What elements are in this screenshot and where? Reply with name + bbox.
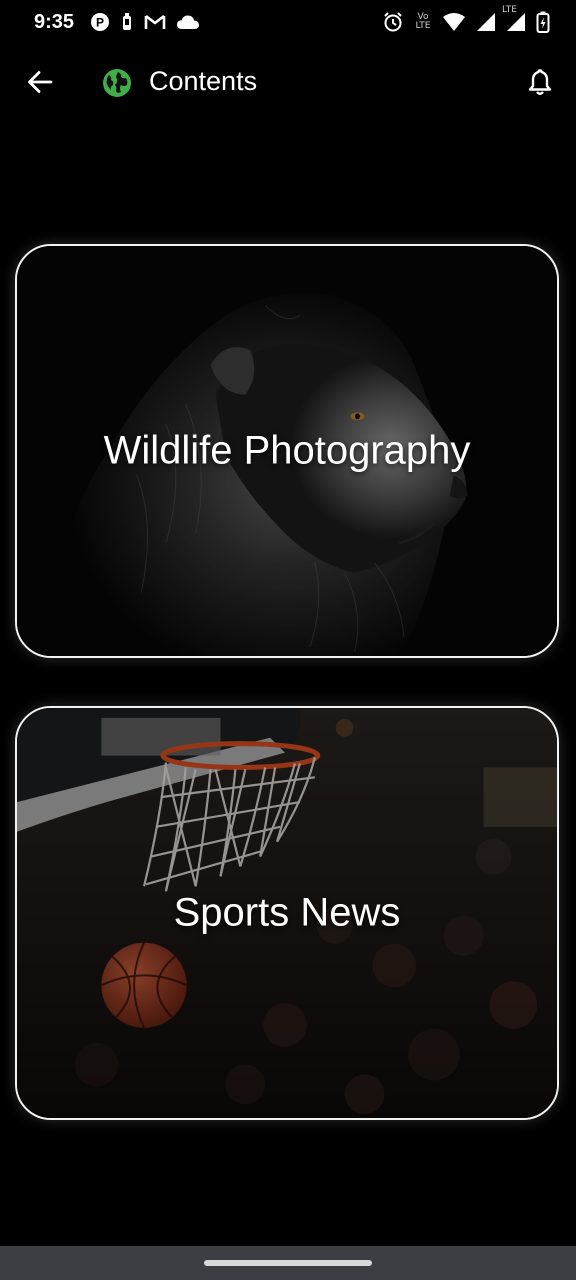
- svg-text:P: P: [96, 16, 104, 30]
- app-bar: Contents: [0, 50, 576, 116]
- lte-signal-icon: LTE: [502, 6, 526, 32]
- status-right: Vo LTE LTE: [382, 6, 550, 33]
- status-bar: 9:35 P Vo LTE LTE: [0, 0, 576, 44]
- contents-screen: 9:35 P Vo LTE LTE Contents Wildlife Phot…: [0, 0, 576, 1280]
- status-left: 9:35 P: [34, 11, 200, 34]
- battery-saver-icon: [120, 12, 134, 32]
- bell-icon: [527, 68, 553, 101]
- sports-news-title: Sports News: [173, 890, 401, 935]
- lte-label: LTE: [502, 5, 517, 15]
- sports-news-card[interactable]: Sports News: [15, 706, 559, 1120]
- alarm-icon: [382, 11, 404, 33]
- gmail-icon: [144, 13, 166, 31]
- signal-icon: [476, 12, 496, 32]
- volte-icon: Vo LTE: [414, 13, 432, 31]
- back-button[interactable]: [22, 66, 58, 102]
- home-gesture-handle[interactable]: [204, 1260, 372, 1266]
- arrow-left-icon: [27, 69, 53, 100]
- notifications-button[interactable]: [522, 66, 558, 102]
- globe-icon: [102, 68, 132, 98]
- cloud-icon: [176, 14, 200, 30]
- battery-charging-icon: [536, 11, 550, 33]
- wifi-icon: [442, 12, 466, 32]
- system-nav-bar: [0, 1246, 576, 1280]
- wildlife-photography-title: Wildlife Photography: [103, 428, 471, 473]
- volte-label: Vo LTE: [415, 12, 431, 31]
- wildlife-photography-card[interactable]: Wildlife Photography: [15, 244, 559, 658]
- p-badge-icon: P: [90, 12, 110, 32]
- status-time: 9:35: [34, 10, 75, 33]
- page-title: Contents: [149, 66, 258, 96]
